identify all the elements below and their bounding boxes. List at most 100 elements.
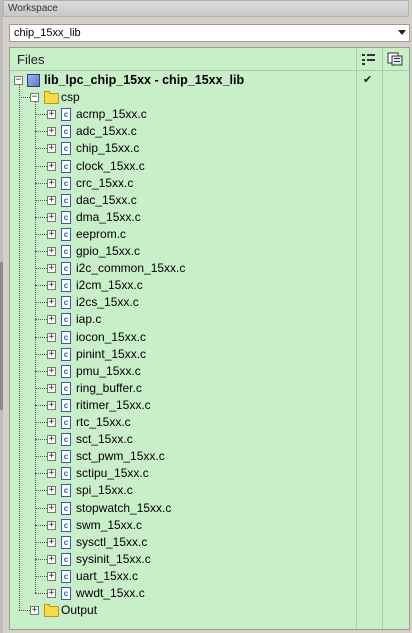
file-row[interactable]: + c acmp_15xx.c: [10, 106, 409, 123]
project-label: lib_lpc_chip_15xx - chip_15xx_lib: [44, 73, 245, 87]
file-label: sct_pwm_15xx.c: [76, 449, 165, 463]
expand-icon[interactable]: +: [47, 521, 56, 530]
file-label: pinint_15xx.c: [76, 347, 147, 361]
expand-icon[interactable]: +: [47, 264, 56, 273]
file-label: swm_15xx.c: [76, 518, 143, 532]
c-source-file-icon: c: [61, 365, 71, 378]
file-label: i2cm_15xx.c: [76, 278, 143, 292]
file-row[interactable]: + c pmu_15xx.c: [10, 363, 409, 380]
c-source-file-icon: c: [61, 279, 71, 292]
options-column-icon[interactable]: [361, 52, 377, 66]
file-row[interactable]: + c spi_15xx.c: [10, 482, 409, 499]
expand-icon[interactable]: +: [47, 247, 56, 256]
expand-icon[interactable]: +: [47, 538, 56, 547]
file-row[interactable]: + c gpio_15xx.c: [10, 243, 409, 260]
file-row[interactable]: + c rtc_15xx.c: [10, 414, 409, 431]
c-source-file-icon: c: [61, 177, 71, 190]
file-label: uart_15xx.c: [76, 569, 139, 583]
c-source-file-icon: c: [61, 228, 71, 241]
file-label: eeprom.c: [76, 227, 127, 241]
file-row[interactable]: + c i2c_common_15xx.c: [10, 260, 409, 277]
expand-icon[interactable]: +: [47, 281, 56, 290]
collapse-icon[interactable]: −: [14, 76, 23, 85]
file-row[interactable]: + c iap.c: [10, 311, 409, 328]
file-row[interactable]: + c iocon_15xx.c: [10, 329, 409, 346]
expand-icon[interactable]: +: [47, 401, 56, 410]
file-row[interactable]: + c sysinit_15xx.c: [10, 551, 409, 568]
expand-icon[interactable]: +: [47, 469, 56, 478]
expand-icon[interactable]: +: [47, 179, 56, 188]
expand-icon[interactable]: +: [47, 110, 56, 119]
c-source-file-icon: c: [61, 125, 71, 138]
expand-icon[interactable]: +: [47, 196, 56, 205]
expand-icon[interactable]: +: [30, 606, 39, 615]
expand-icon[interactable]: +: [47, 504, 56, 513]
file-row[interactable]: + c sysctl_15xx.c: [10, 534, 409, 551]
file-row[interactable]: + c uart_15xx.c: [10, 568, 409, 585]
expand-icon[interactable]: +: [47, 367, 56, 376]
file-row[interactable]: + c chip_15xx.c: [10, 140, 409, 157]
project-icon: [27, 74, 40, 87]
group-row[interactable]: + Output: [10, 602, 409, 619]
c-source-file-icon: c: [61, 484, 71, 497]
project-row[interactable]: − lib_lpc_chip_15xx - chip_15xx_lib ✔: [10, 72, 409, 89]
expand-icon[interactable]: +: [47, 127, 56, 136]
files-tree-panel: Files − lib_lpc_chip_15xx - chip_15xx_lib…: [9, 47, 410, 630]
c-source-file-icon: c: [61, 416, 71, 429]
tree-guide: [19, 610, 30, 612]
c-source-file-icon: c: [61, 502, 71, 515]
file-row[interactable]: + c sct_15xx.c: [10, 431, 409, 448]
c-source-file-icon: c: [61, 142, 71, 155]
file-row[interactable]: + c ring_buffer.c: [10, 380, 409, 397]
file-row[interactable]: + c clock_15xx.c: [10, 158, 409, 175]
expand-icon[interactable]: +: [47, 418, 56, 427]
file-label: chip_15xx.c: [76, 141, 140, 155]
file-row[interactable]: + c dac_15xx.c: [10, 192, 409, 209]
file-row[interactable]: + c dma_15xx.c: [10, 209, 409, 226]
folder-icon: [44, 91, 59, 104]
expand-icon[interactable]: +: [47, 298, 56, 307]
expand-icon[interactable]: +: [47, 435, 56, 444]
file-row[interactable]: + c i2cs_15xx.c: [10, 294, 409, 311]
file-label: sctipu_15xx.c: [76, 466, 149, 480]
file-row[interactable]: + c stopwatch_15xx.c: [10, 500, 409, 517]
file-row[interactable]: + c crc_15xx.c: [10, 175, 409, 192]
file-row[interactable]: + c ritimer_15xx.c: [10, 397, 409, 414]
expand-icon[interactable]: −: [30, 93, 39, 102]
expand-icon[interactable]: +: [47, 230, 56, 239]
file-label: sct_15xx.c: [76, 432, 133, 446]
expand-icon[interactable]: +: [47, 452, 56, 461]
expand-icon[interactable]: +: [47, 384, 56, 393]
file-label: adc_15xx.c: [76, 124, 137, 138]
expand-icon[interactable]: +: [47, 144, 56, 153]
group-label: Output: [61, 603, 98, 617]
chevron-down-icon[interactable]: [398, 30, 406, 35]
file-row[interactable]: + c wwdt_15xx.c: [10, 585, 409, 602]
group-row[interactable]: − csp: [10, 89, 409, 106]
c-source-file-icon: c: [61, 194, 71, 207]
file-row[interactable]: + c i2cm_15xx.c: [10, 277, 409, 294]
target-select[interactable]: chip_15xx_lib: [9, 24, 410, 42]
expand-icon[interactable]: +: [47, 350, 56, 359]
expand-icon[interactable]: +: [47, 162, 56, 171]
tree-guide: [35, 102, 37, 593]
build-column-icon[interactable]: [387, 52, 403, 66]
expand-icon[interactable]: +: [47, 486, 56, 495]
expand-icon[interactable]: +: [47, 555, 56, 564]
file-row[interactable]: + c swm_15xx.c: [10, 517, 409, 534]
expand-icon[interactable]: +: [47, 589, 56, 598]
file-row[interactable]: + c pinint_15xx.c: [10, 346, 409, 363]
file-row[interactable]: + c sctipu_15xx.c: [10, 465, 409, 482]
file-row[interactable]: + c sct_pwm_15xx.c: [10, 448, 409, 465]
c-source-file-icon: c: [61, 553, 71, 566]
file-label: dac_15xx.c: [76, 193, 137, 207]
file-row[interactable]: + c eeprom.c: [10, 226, 409, 243]
expand-icon[interactable]: +: [47, 333, 56, 342]
expand-icon[interactable]: +: [47, 213, 56, 222]
file-label: ritimer_15xx.c: [76, 398, 151, 412]
expand-icon[interactable]: +: [47, 315, 56, 324]
group-label: csp: [61, 90, 80, 104]
c-source-file-icon: c: [61, 382, 71, 395]
expand-icon[interactable]: +: [47, 572, 56, 581]
file-row[interactable]: + c adc_15xx.c: [10, 123, 409, 140]
